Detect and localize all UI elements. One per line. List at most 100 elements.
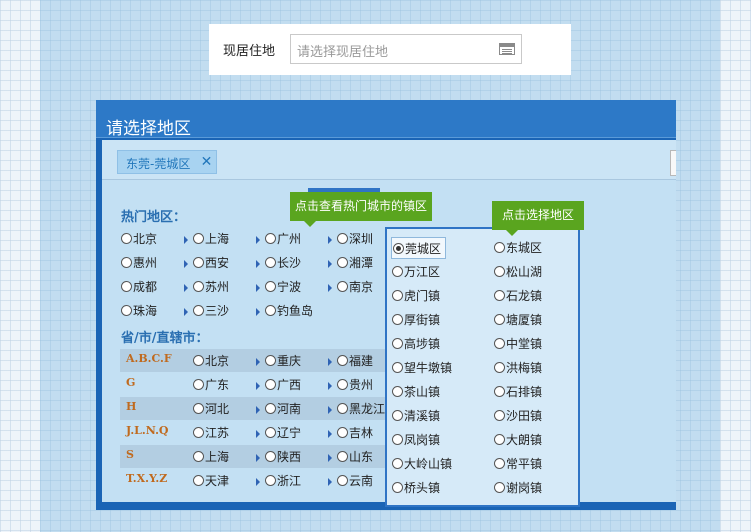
radio-icon[interactable]: [393, 243, 404, 254]
province-item[interactable]: 河北: [193, 398, 229, 420]
hot-region-item[interactable]: 广州: [265, 228, 301, 250]
district-item[interactable]: 塘厦镇: [494, 309, 542, 331]
radio-icon[interactable]: [494, 458, 505, 469]
chevron-right-icon[interactable]: [184, 308, 188, 316]
remove-tag-icon[interactable]: ✕: [201, 154, 213, 170]
district-item[interactable]: 沙田镇: [494, 405, 542, 427]
chevron-right-icon[interactable]: [256, 358, 260, 366]
radio-icon[interactable]: [193, 233, 204, 244]
radio-icon[interactable]: [337, 475, 348, 486]
district-item[interactable]: 东城区: [494, 237, 542, 259]
district-item[interactable]: 石排镇: [494, 381, 542, 403]
province-item[interactable]: 广西: [265, 374, 301, 396]
district-item[interactable]: 高埗镇: [392, 333, 440, 355]
radio-icon[interactable]: [392, 314, 403, 325]
district-item[interactable]: 石龙镇: [494, 285, 542, 307]
hot-region-item[interactable]: 钓鱼岛: [265, 300, 313, 322]
chevron-right-icon[interactable]: [184, 236, 188, 244]
radio-icon[interactable]: [494, 362, 505, 373]
radio-icon[interactable]: [265, 233, 276, 244]
province-item[interactable]: 云南: [337, 470, 373, 492]
hot-region-item[interactable]: 三沙: [193, 300, 229, 322]
radio-icon[interactable]: [494, 242, 505, 253]
province-item[interactable]: 黑龙江: [337, 398, 385, 420]
province-item[interactable]: 北京: [193, 350, 229, 372]
chevron-right-icon[interactable]: [328, 260, 332, 268]
radio-icon[interactable]: [337, 233, 348, 244]
hot-region-item[interactable]: 上海: [193, 228, 229, 250]
chevron-right-icon[interactable]: [328, 358, 332, 366]
radio-icon[interactable]: [193, 475, 204, 486]
radio-icon[interactable]: [193, 355, 204, 366]
chevron-right-icon[interactable]: [328, 454, 332, 462]
chevron-right-icon[interactable]: [328, 430, 332, 438]
province-item[interactable]: 吉林: [337, 422, 373, 444]
hot-region-item[interactable]: 惠州: [121, 252, 157, 274]
chevron-right-icon[interactable]: [256, 260, 260, 268]
radio-icon[interactable]: [193, 427, 204, 438]
district-item[interactable]: 厚街镇: [392, 309, 440, 331]
radio-icon[interactable]: [121, 305, 132, 316]
radio-icon[interactable]: [392, 458, 403, 469]
radio-icon[interactable]: [337, 427, 348, 438]
radio-icon[interactable]: [337, 379, 348, 390]
radio-icon[interactable]: [392, 482, 403, 493]
radio-icon[interactable]: [121, 233, 132, 244]
radio-icon[interactable]: [392, 266, 403, 277]
radio-icon[interactable]: [265, 355, 276, 366]
radio-icon[interactable]: [494, 314, 505, 325]
hot-region-item[interactable]: 长沙: [265, 252, 301, 274]
district-item[interactable]: 常平镇: [494, 453, 542, 475]
hot-region-item[interactable]: 南京: [337, 276, 373, 298]
radio-icon[interactable]: [337, 403, 348, 414]
district-item[interactable]: 望牛墩镇: [392, 357, 452, 379]
radio-icon[interactable]: [494, 338, 505, 349]
hot-region-item[interactable]: 深圳: [337, 228, 373, 250]
district-item[interactable]: 大朗镇: [494, 429, 542, 451]
province-item[interactable]: 河南: [265, 398, 301, 420]
radio-icon[interactable]: [265, 475, 276, 486]
radio-icon[interactable]: [337, 355, 348, 366]
district-item[interactable]: 中堂镇: [494, 333, 542, 355]
chevron-right-icon[interactable]: [328, 382, 332, 390]
radio-icon[interactable]: [494, 290, 505, 301]
district-item[interactable]: 莞城区: [391, 237, 447, 259]
radio-icon[interactable]: [121, 281, 132, 292]
radio-icon[interactable]: [121, 257, 132, 268]
radio-icon[interactable]: [392, 290, 403, 301]
hot-region-item[interactable]: 北京: [121, 228, 157, 250]
district-item[interactable]: 万江区: [392, 261, 440, 283]
province-item[interactable]: 贵州: [337, 374, 373, 396]
radio-icon[interactable]: [392, 410, 403, 421]
district-item[interactable]: 虎门镇: [392, 285, 440, 307]
radio-icon[interactable]: [337, 281, 348, 292]
hot-region-item[interactable]: 苏州: [193, 276, 229, 298]
province-item[interactable]: 天津: [193, 470, 229, 492]
radio-icon[interactable]: [265, 281, 276, 292]
province-item[interactable]: 辽宁: [265, 422, 301, 444]
chevron-right-icon[interactable]: [256, 454, 260, 462]
chevron-right-icon[interactable]: [256, 308, 260, 316]
radio-icon[interactable]: [494, 410, 505, 421]
radio-icon[interactable]: [193, 305, 204, 316]
province-item[interactable]: 福建: [337, 350, 373, 372]
chevron-right-icon[interactable]: [256, 284, 260, 292]
chevron-right-icon[interactable]: [328, 284, 332, 292]
radio-icon[interactable]: [265, 451, 276, 462]
province-item[interactable]: 上海: [193, 446, 229, 468]
radio-icon[interactable]: [265, 257, 276, 268]
chevron-right-icon[interactable]: [256, 430, 260, 438]
radio-icon[interactable]: [193, 403, 204, 414]
province-item[interactable]: 广东: [193, 374, 229, 396]
radio-icon[interactable]: [494, 386, 505, 397]
radio-icon[interactable]: [337, 257, 348, 268]
radio-icon[interactable]: [494, 434, 505, 445]
radio-icon[interactable]: [193, 379, 204, 390]
clear-button[interactable]: 清除: [670, 150, 676, 176]
radio-icon[interactable]: [392, 338, 403, 349]
calendar-icon[interactable]: [499, 43, 515, 55]
district-item[interactable]: 洪梅镇: [494, 357, 542, 379]
chevron-right-icon[interactable]: [256, 382, 260, 390]
province-item[interactable]: 陕西: [265, 446, 301, 468]
chevron-right-icon[interactable]: [328, 236, 332, 244]
